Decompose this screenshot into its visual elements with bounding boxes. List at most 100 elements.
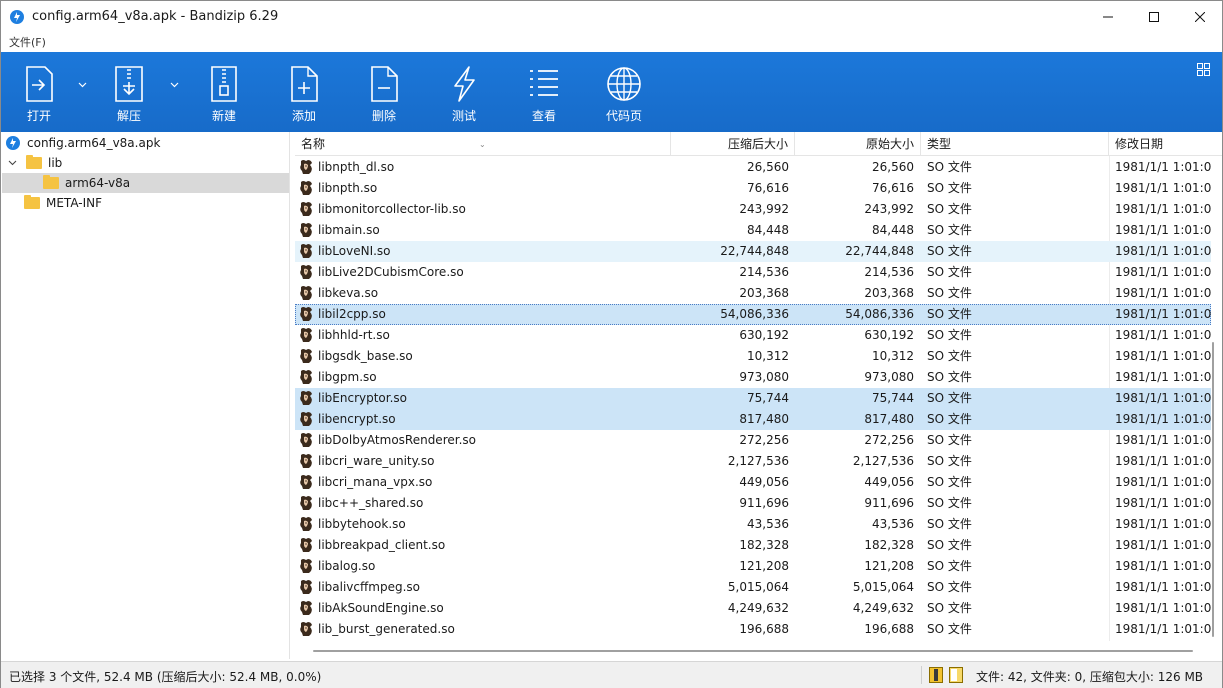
table-row[interactable]: libLoveNI.so 22,744,848 22,744,848 SO 文件 198… (295, 241, 1211, 262)
tree-item-arm64-v8a[interactable]: arm64-v8a (2, 173, 289, 193)
table-row[interactable]: libmain.so 84,448 84,448 SO 文件 1981/1/1 1:01… (295, 220, 1211, 241)
table-row[interactable]: libnpth.so 76,616 76,616 SO 文件 1981/1/1 1:01… (295, 178, 1211, 199)
original-size: 43,536 (872, 517, 914, 531)
table-row[interactable]: libbytehook.so 43,536 43,536 SO 文件 1981/1/1 … (295, 514, 1211, 535)
status-icons (929, 667, 963, 683)
archive-comment-icon[interactable] (949, 667, 963, 683)
original-size: 214,536 (864, 265, 914, 279)
so-file-icon (299, 516, 314, 532)
modified-date: 1981/1/1 1:01:0 (1115, 328, 1211, 342)
modified-date: 1981/1/1 1:01:0 (1115, 538, 1211, 552)
add-button[interactable]: 添加 (285, 52, 323, 132)
compressed-size: 973,080 (739, 370, 789, 384)
modified-date: 1981/1/1 1:01:0 (1115, 601, 1211, 615)
original-size: 973,080 (864, 370, 914, 384)
extract-dropdown[interactable] (170, 77, 179, 91)
table-row[interactable]: libcri_ware_unity.so 2,127,536 2,127,536 SO… (295, 451, 1211, 472)
chevron-down-icon (170, 82, 179, 88)
codepage-button[interactable]: 代码页 (603, 52, 645, 132)
open-dropdown[interactable] (78, 77, 87, 91)
delete-file-icon (366, 65, 402, 103)
chevron-down-icon[interactable] (8, 160, 17, 166)
bandizip-logo-icon (10, 10, 24, 24)
modified-date: 1981/1/1 1:01:0 (1115, 622, 1211, 636)
test-button[interactable]: 测试 (445, 52, 483, 132)
menu-file[interactable]: 文件(F) (9, 34, 46, 50)
original-size: 75,744 (872, 391, 914, 405)
status-divider (921, 666, 922, 684)
modified-date: 1981/1/1 1:01:0 (1115, 160, 1211, 174)
file-list: 名称 ⌄ 压缩后大小 原始大小 类型 修改日期 libnpth_dl.so 26,… (295, 132, 1222, 659)
table-row[interactable]: libencrypt.so 817,480 817,480 SO 文件 1981/1/1… (295, 409, 1211, 430)
compressed-size: 22,744,848 (720, 244, 789, 258)
compressed-size: 76,616 (747, 181, 789, 195)
column-header-modified[interactable]: 修改日期 (1109, 132, 1222, 156)
original-size: 449,056 (864, 475, 914, 489)
delete-label: 删除 (371, 109, 396, 123)
archive-info-icon[interactable] (929, 667, 943, 683)
extract-button[interactable]: 解压 (110, 52, 148, 132)
table-row[interactable]: libgpm.so 973,080 973,080 SO 文件 1981/1/1 1:0… (295, 367, 1211, 388)
so-file-icon (299, 558, 314, 574)
tree-item-meta-inf[interactable]: META-INF (24, 193, 102, 213)
test-label: 测试 (451, 109, 476, 123)
table-row[interactable]: libLive2DCubismCore.so 214,536 214,536 SO 文… (295, 262, 1211, 283)
table-row[interactable]: libhhld-rt.so 630,192 630,192 SO 文件 1981/1/1… (295, 325, 1211, 346)
modified-date: 1981/1/1 1:01:0 (1115, 202, 1211, 216)
file-type: SO 文件 (927, 286, 972, 300)
table-row[interactable]: libDolbyAtmosRenderer.so 272,256 272,256 SO… (295, 430, 1211, 451)
modified-date: 1981/1/1 1:01:0 (1115, 517, 1211, 531)
table-row[interactable]: libil2cpp.so 54,086,336 54,086,336 SO 文件 198… (295, 304, 1211, 325)
file-name: libmonitorcollector-lib.so (318, 202, 466, 216)
so-file-icon (299, 159, 314, 175)
tree-item-archive-root[interactable]: config.arm64_v8a.apk (6, 133, 160, 153)
so-file-icon (299, 453, 314, 469)
layout-toggle-button[interactable] (1197, 63, 1210, 79)
original-size: 243,992 (864, 202, 914, 216)
vertical-scrollbar[interactable] (1212, 342, 1214, 637)
file-type: SO 文件 (927, 517, 972, 531)
archive-summary: 文件: 42, 文件夹: 0, 压缩包大小: 126 MB (976, 670, 1204, 684)
table-row[interactable]: libkeva.so 203,368 203,368 SO 文件 1981/1/1 1:… (295, 283, 1211, 304)
table-row[interactable]: libalog.so 121,208 121,208 SO 文件 1981/1/1 1:… (295, 556, 1211, 577)
file-name: libbytehook.so (318, 517, 406, 531)
table-row[interactable]: libnpth_dl.so 26,560 26,560 SO 文件 1981/1/1 1… (295, 157, 1211, 178)
table-row[interactable]: libc++_shared.so 911,696 911,696 SO 文件 1981/… (295, 493, 1211, 514)
table-row[interactable]: libEncryptor.so 75,744 75,744 SO 文件 1981/1/1… (295, 388, 1211, 409)
original-size: 22,744,848 (845, 244, 914, 258)
table-row[interactable]: libAkSoundEngine.so 4,249,632 4,249,632 SO … (295, 598, 1211, 619)
minimize-button[interactable] (1085, 1, 1131, 33)
table-row[interactable]: libgsdk_base.so 10,312 10,312 SO 文件 1981/1/1… (295, 346, 1211, 367)
column-header-original-size[interactable]: 原始大小 (795, 132, 921, 156)
table-row[interactable]: libalivcffmpeg.so 5,015,064 5,015,064 SO 文件… (295, 577, 1211, 598)
table-row[interactable]: libcri_mana_vpx.so 449,056 449,056 SO 文件 198… (295, 472, 1211, 493)
column-header-type[interactable]: 类型 (921, 132, 1109, 156)
original-size: 272,256 (864, 433, 914, 447)
close-button[interactable] (1177, 1, 1223, 33)
delete-button[interactable]: 删除 (365, 52, 403, 132)
compressed-size: 54,086,336 (720, 307, 789, 321)
new-label: 新建 (211, 109, 236, 123)
table-row[interactable]: lib_burst_generated.so 196,688 196,688 SO 文… (295, 619, 1211, 640)
view-button[interactable]: 查看 (525, 52, 563, 132)
horizontal-scroll-thumb[interactable] (313, 650, 1193, 652)
column-header-compressed-size[interactable]: 压缩后大小 (671, 132, 795, 156)
add-file-icon (286, 65, 322, 103)
maximize-button[interactable] (1131, 1, 1177, 33)
modified-date: 1981/1/1 1:01:0 (1115, 412, 1211, 426)
table-row[interactable]: libmonitorcollector-lib.so 243,992 243,992… (295, 199, 1211, 220)
original-size: 5,015,064 (852, 580, 914, 594)
tree-label: config.arm64_v8a.apk (27, 136, 161, 150)
open-button[interactable]: 打开 (20, 52, 58, 132)
folder-icon (26, 155, 42, 169)
file-type: SO 文件 (927, 181, 972, 195)
file-name: libencrypt.so (318, 412, 396, 426)
tree-item-lib[interactable]: lib (8, 153, 62, 173)
modified-date: 1981/1/1 1:01:0 (1115, 286, 1211, 300)
column-header-name[interactable]: 名称 ⌄ (295, 132, 671, 156)
file-name: libhhld-rt.so (318, 328, 390, 342)
new-archive-button[interactable]: 新建 (205, 52, 243, 132)
table-row[interactable]: libbreakpad_client.so 182,328 182,328 SO 文件… (295, 535, 1211, 556)
compressed-size: 272,256 (739, 433, 789, 447)
file-type: SO 文件 (927, 496, 972, 510)
